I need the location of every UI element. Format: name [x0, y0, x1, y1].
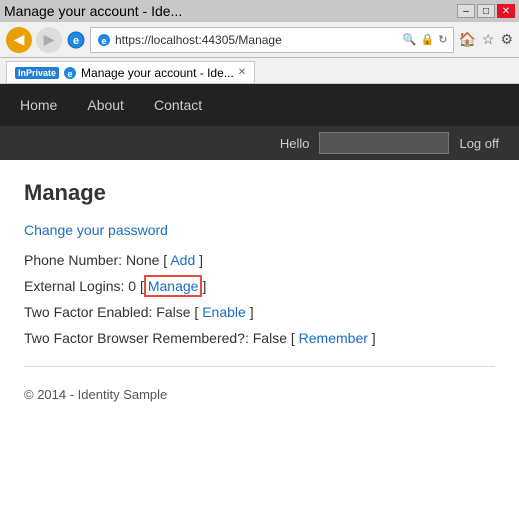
browser-remember-row: Two Factor Browser Remembered?: False [ … [24, 330, 495, 346]
close-button[interactable]: ✕ [497, 4, 515, 18]
manage-logins-link[interactable]: Manage [148, 278, 199, 294]
footer-divider [24, 366, 495, 367]
footer: © 2014 - Identity Sample [24, 387, 495, 402]
settings-icon[interactable]: ⚙ [500, 31, 513, 48]
external-logins-row: External Logins: 0 [Manage] [24, 278, 495, 294]
title-bar: Manage your account - Ide... – □ ✕ [0, 0, 519, 22]
browser-end: ] [372, 330, 376, 346]
nav-bar: Home About Contact [0, 84, 519, 126]
back-button[interactable]: ◀ [6, 27, 32, 53]
nav-home[interactable]: Home [20, 97, 57, 113]
svg-text:e: e [68, 69, 73, 79]
window-title: Manage your account - Ide... [4, 3, 182, 19]
phone-end: ] [199, 252, 203, 268]
twofactor-end: ] [250, 304, 254, 320]
external-end: ] [202, 278, 206, 294]
phone-row: Phone Number: None [ Add ] [24, 252, 495, 268]
url-text: https://localhost:44305/Manage [115, 33, 399, 47]
tab-close-button[interactable]: ✕ [238, 67, 246, 78]
site-icon: e [97, 33, 111, 47]
phone-label: Phone Number: None [ [24, 252, 167, 268]
nav-contact[interactable]: Contact [154, 97, 202, 113]
tab-title: Manage your account - Ide... [81, 66, 234, 80]
inprivate-badge: InPrivate [15, 67, 59, 79]
page-content: Manage Change your password Phone Number… [0, 160, 519, 422]
user-bar: Hello Log off [0, 126, 519, 160]
minimize-button[interactable]: – [457, 4, 475, 18]
maximize-button[interactable]: □ [477, 4, 495, 18]
twofactor-label: Two Factor Enabled: False [ [24, 304, 198, 320]
page-title: Manage [24, 180, 495, 206]
url-icons: 🔍 🔒 ↻ [403, 33, 448, 46]
favorites-icon[interactable]: ☆ [482, 31, 495, 48]
address-bar: ◀ ▶ e e https://localhost:44305/Manage 🔍… [0, 22, 519, 58]
lock-icon: 🔒 [421, 33, 435, 46]
home-icon[interactable]: 🏠 [458, 31, 475, 48]
svg-text:e: e [101, 36, 106, 46]
search-icon: 🔍 [403, 33, 417, 46]
logoff-link[interactable]: Log off [459, 136, 499, 151]
change-password-link[interactable]: Change your password [24, 222, 495, 238]
external-logins-label: External Logins: 0 [ [24, 278, 144, 294]
nav-about[interactable]: About [87, 97, 124, 113]
manage-logins-box: Manage [144, 275, 203, 297]
svg-text:e: e [73, 35, 79, 47]
active-tab[interactable]: InPrivate e Manage your account - Ide...… [6, 61, 255, 83]
username-input[interactable] [319, 132, 449, 154]
tab-bar: InPrivate e Manage your account - Ide...… [0, 58, 519, 84]
enable-twofactor-link[interactable]: Enable [202, 304, 246, 320]
ie-logo: e [66, 30, 86, 50]
remember-browser-link[interactable]: Remember [299, 330, 368, 346]
window-controls: – □ ✕ [457, 4, 515, 18]
url-box[interactable]: e https://localhost:44305/Manage 🔍 🔒 ↻ [90, 27, 454, 53]
hello-label: Hello [280, 136, 310, 151]
tab-favicon: e [63, 66, 77, 80]
add-phone-link[interactable]: Add [170, 252, 195, 268]
twofactor-row: Two Factor Enabled: False [ Enable ] [24, 304, 495, 320]
forward-button[interactable]: ▶ [36, 27, 62, 53]
refresh-icon: ↻ [438, 33, 447, 46]
browser-remember-label: Two Factor Browser Remembered?: False [ [24, 330, 295, 346]
toolbar-icons: 🏠 ☆ ⚙ [458, 31, 513, 48]
